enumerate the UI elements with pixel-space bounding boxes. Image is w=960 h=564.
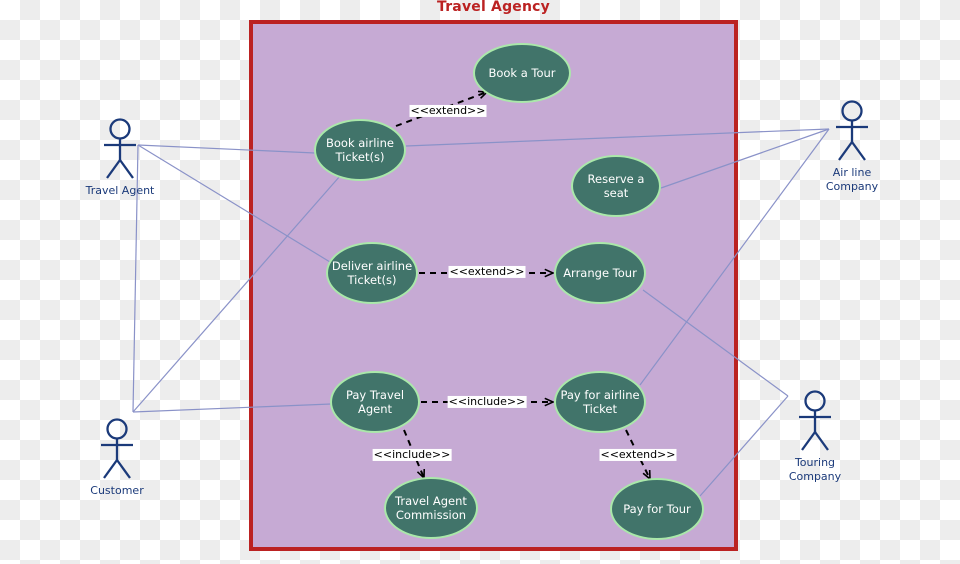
stereotype-label-dep-deliver-extend-arrange-tour: <<extend>> [448,264,526,279]
use-case-book-a-tour[interactable]: Book a Tour [473,43,571,103]
diagram-canvas: Travel Agency Book a Tour Book airline Ti… [0,0,960,564]
system-boundary-travel-agency [249,20,738,551]
stereotype-label-dep-pay-travel-agent-include-pay-airline: <<include>> [447,394,527,409]
use-case-label: Travel Agent Commission [395,493,467,522]
use-case-book-airline-tickets[interactable]: Book airline Ticket(s) [314,119,406,181]
actor-air-line-company[interactable]: Air line Company [810,100,894,194]
use-case-label: Book airline Ticket(s) [325,135,394,164]
use-case-label: Pay for airline Ticket [560,387,640,416]
actor-label: Touring Company [788,456,842,483]
actor-customer[interactable]: Customer [75,418,159,498]
actor-stick-figure-icon [78,118,162,180]
actor-label: Travel Agent [85,184,155,197]
actor-stick-figure-icon [773,390,857,452]
actor-stick-figure-icon [75,418,159,480]
stereotype-label-dep-pay-travel-agent-include-commission: <<include>> [372,447,452,462]
stereotype-label-dep-pay-airline-extend-pay-for-tour: <<extend>> [599,447,677,462]
stereotype-label-dep-book-airline-extend-book-tour: <<extend>> [409,103,487,118]
use-case-label: Reserve a seat [587,171,645,200]
actor-label: Air line Company [825,166,879,193]
use-case-label: Book a Tour [488,65,556,80]
use-case-deliver-airline-tickets[interactable]: Deliver airline Ticket(s) [326,242,418,304]
actor-touring-company[interactable]: Touring Company [773,390,857,484]
use-case-label: Pay for Tour [623,501,691,516]
system-boundary-title: Travel Agency [436,0,550,15]
use-case-arrange-tour[interactable]: Arrange Tour [554,242,646,304]
actor-stick-figure-icon [810,100,894,162]
actor-label: Customer [90,484,144,497]
use-case-label: Pay Travel Agent [345,387,405,416]
use-case-pay-travel-agent[interactable]: Pay Travel Agent [330,371,420,433]
use-case-travel-agent-commission[interactable]: Travel Agent Commission [384,477,478,539]
use-case-label: Deliver airline Ticket(s) [331,258,413,287]
use-case-reserve-a-seat[interactable]: Reserve a seat [571,155,661,217]
use-case-pay-for-airline-ticket[interactable]: Pay for airline Ticket [554,371,646,433]
actor-travel-agent[interactable]: Travel Agent [78,118,162,198]
use-case-label: Arrange Tour [563,265,637,280]
use-case-pay-for-tour[interactable]: Pay for Tour [610,478,704,540]
